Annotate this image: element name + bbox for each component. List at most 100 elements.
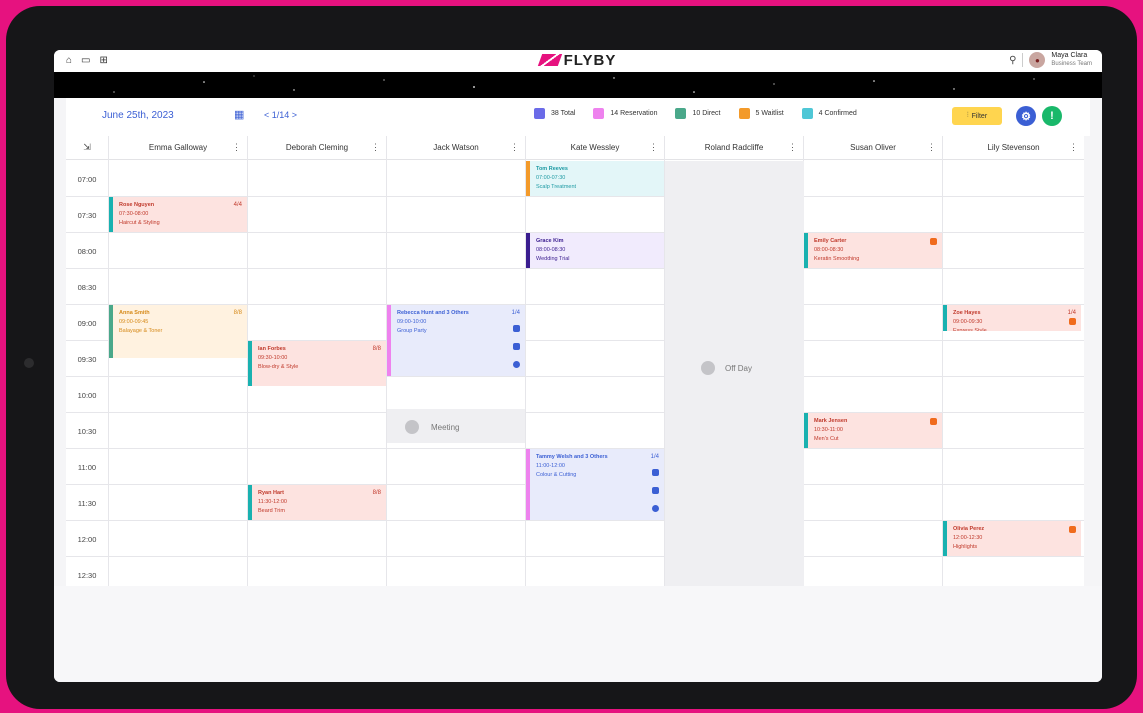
time-label: 09:30 — [77, 355, 97, 364]
appointment-line: 12:00-12:30 — [953, 535, 983, 541]
appointment-line: Keratin Smoothing — [814, 256, 860, 262]
staff-name: Susan Oliver — [850, 143, 896, 152]
appointment-line: Blow-dry & Style — [258, 364, 299, 370]
appointment-line: Highlights — [953, 544, 978, 550]
appointment-card[interactable]: Ian Forbes 09:30-10:00 Blow-dry & Style 8/8 — [248, 341, 386, 386]
appointment-line: Grace Kim — [536, 238, 564, 244]
more-icon[interactable]: ⋮ — [927, 142, 936, 153]
appointment-line: 09:00-09:30 — [953, 319, 983, 325]
time-label: 12:00 — [77, 535, 97, 544]
appointment-line: Rebecca Hunt and 3 Others — [397, 310, 469, 316]
appointment-line: 09:30-10:00 — [258, 355, 288, 361]
time-label: 12:30 — [77, 571, 97, 580]
appointment-line: Wedding Trial — [536, 256, 570, 262]
info-button[interactable]: ! — [1042, 106, 1062, 126]
date-label[interactable]: June 25th, 2023 — [102, 110, 174, 121]
chat-icon[interactable] — [513, 325, 520, 332]
staff-name: Emma Galloway — [148, 143, 208, 152]
more-icon[interactable]: ⋮ — [371, 142, 380, 153]
appointment-line: Tom Reeves — [536, 166, 568, 172]
staff-header[interactable]: Jack Watson ⋮ — [387, 136, 525, 160]
staff-header[interactable]: Deborah Cleming ⋮ — [248, 136, 386, 160]
staff-name: Jack Watson — [433, 143, 479, 152]
column-divider — [942, 136, 943, 586]
legend-swatch — [738, 108, 750, 119]
meeting-label: Meeting — [431, 422, 460, 432]
staff-header[interactable]: Emma Galloway ⋮ — [109, 136, 247, 160]
appointment-line: 09:00-09:45 — [119, 319, 149, 325]
legend-label: 38 Total — [551, 110, 576, 117]
off-day-label: Off Day — [725, 363, 752, 373]
appointment-line: Beard Trim — [258, 508, 285, 514]
legend-item-confirmed[interactable]: 4 Confirmed — [801, 108, 857, 119]
meeting-block[interactable]: Meeting — [387, 409, 525, 443]
staff-header[interactable]: Roland Radcliffe ⋮ — [665, 136, 803, 160]
top-bar: ⌂ ▭ ⊞ FLYBY ⚲ ● Maya Clara Business Team — [54, 50, 1102, 72]
legend-item-direct[interactable]: 10 Direct — [675, 108, 721, 119]
filter-label: Filter — [971, 112, 988, 120]
people-icon[interactable] — [652, 505, 659, 512]
tag-icon[interactable] — [1069, 526, 1076, 533]
time-label: 08:30 — [77, 283, 97, 292]
legend-item-total[interactable]: 38 Total — [534, 108, 575, 119]
topbar-divider — [1022, 53, 1024, 67]
appointment-card[interactable]: Tom Reeves 07:00-07:30 Scalp Treatment — [526, 161, 664, 196]
clipboard-icon[interactable] — [513, 343, 520, 350]
staff-header[interactable]: Kate Wessley ⋮ — [526, 136, 664, 160]
tablet-frame: ⌂ ▭ ⊞ FLYBY ⚲ ● Maya Clara Business Team — [6, 6, 1137, 709]
appointment-card[interactable]: Mark Jensen 10:30-11:00 Men's Cut — [804, 413, 942, 448]
more-icon[interactable]: ⋮ — [1069, 142, 1078, 153]
appointment-card[interactable]: Grace Kim 08:00-08:30 Wedding Trial — [526, 233, 664, 268]
appointment-line: 09:00-10:00 — [397, 319, 427, 325]
search-icon[interactable]: ⚲ — [1009, 55, 1016, 66]
tag-icon[interactable] — [1069, 318, 1076, 325]
expand-icon[interactable]: ⇲ — [66, 136, 108, 160]
appointment-card[interactable]: Zoe Hayes 09:00-09:30 Express Style 1/4 — [943, 305, 1081, 331]
legend-item-reservation[interactable]: 14 Reservation — [593, 108, 657, 119]
appointment-line: Group Party — [397, 328, 427, 334]
row-divider — [66, 376, 1084, 377]
appointment-card[interactable]: Rebecca Hunt and 3 Others 09:00-10:00 Grou… — [387, 305, 525, 376]
appointment-card[interactable]: Tammy Welsh and 3 Others 11:00-12:00 Colou… — [526, 449, 664, 520]
clipboard-icon[interactable] — [652, 487, 659, 494]
appointment-count-badge: 1/4 — [650, 454, 659, 460]
more-icon[interactable]: ⋮ — [232, 142, 241, 153]
appointment-card[interactable]: Ryan Hart 11:30-12:00 Beard Trim 8/8 — [248, 485, 386, 520]
time-label: 07:00 — [77, 175, 97, 184]
legend-item-waitlist[interactable]: 5 Waitlist — [738, 108, 784, 119]
appointment-line: Ryan Hart — [258, 490, 284, 496]
appointment-card[interactable]: Olivia Perez 12:00-12:30 Highlights — [943, 521, 1081, 556]
avatar[interactable]: ● — [1029, 52, 1046, 68]
filter-button[interactable]: ⫶ Filter — [952, 107, 1002, 125]
more-icon[interactable]: ⋮ — [649, 142, 658, 153]
time-label: 10:30 — [77, 427, 97, 436]
hero-banner — [54, 72, 1102, 98]
tag-icon[interactable] — [930, 238, 937, 245]
staff-header[interactable]: Lily Stevenson ⋮ — [943, 136, 1084, 160]
people-icon[interactable] — [513, 361, 520, 368]
tablet-camera — [24, 358, 34, 368]
more-icon[interactable]: ⋮ — [510, 142, 519, 153]
appointment-card[interactable]: Emily Carter 08:00-08:30 Keratin Smoothing — [804, 233, 942, 268]
legend-label: 14 Reservation — [610, 110, 658, 117]
legend-swatch — [534, 108, 545, 119]
time-label: 08:00 — [77, 247, 97, 256]
appointment-card[interactable]: Anna Smith 09:00-09:45 Balayage & Toner 8/8 — [109, 305, 247, 358]
chat-icon[interactable] — [652, 469, 659, 476]
more-icon[interactable]: ⋮ — [788, 142, 797, 153]
appointment-line: Men's Cut — [814, 436, 839, 442]
meeting-icon — [405, 420, 419, 434]
appointment-line: Mark Jensen — [814, 418, 848, 424]
tag-icon[interactable] — [930, 418, 937, 425]
appointment-count-badge: 1/4 — [1067, 310, 1076, 316]
calendar-icon[interactable]: ▦ — [234, 108, 244, 121]
settings-button[interactable]: ⚙ — [1016, 106, 1036, 126]
staff-header[interactable]: Susan Oliver ⋮ — [804, 136, 942, 160]
appointment-line: 11:30-12:00 — [258, 499, 287, 505]
appointment-line: Zoe Hayes — [953, 310, 981, 316]
appointment-card[interactable]: Rose Nguyen 07:30-08:00 Haircut & Styling 4… — [109, 197, 247, 232]
off-day-icon — [701, 361, 715, 375]
appointment-line: Scalp Treatment — [536, 184, 577, 190]
pager[interactable]: < 1/14 > — [264, 110, 297, 120]
appointment-count-badge: 8/8 — [372, 346, 381, 352]
